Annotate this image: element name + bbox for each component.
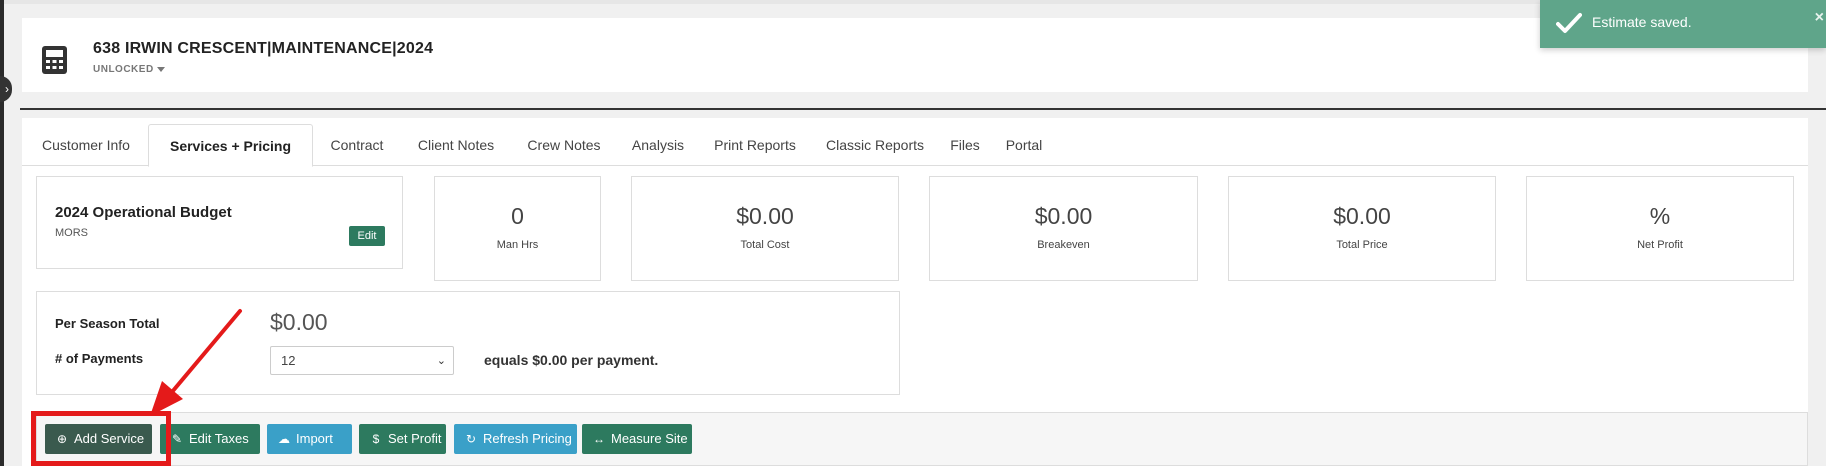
annotation-arrow-icon (150, 309, 242, 416)
app-frame: › 638 IRWIN CRESCENT|MAINTENANCE|2024 UN… (0, 0, 1826, 466)
